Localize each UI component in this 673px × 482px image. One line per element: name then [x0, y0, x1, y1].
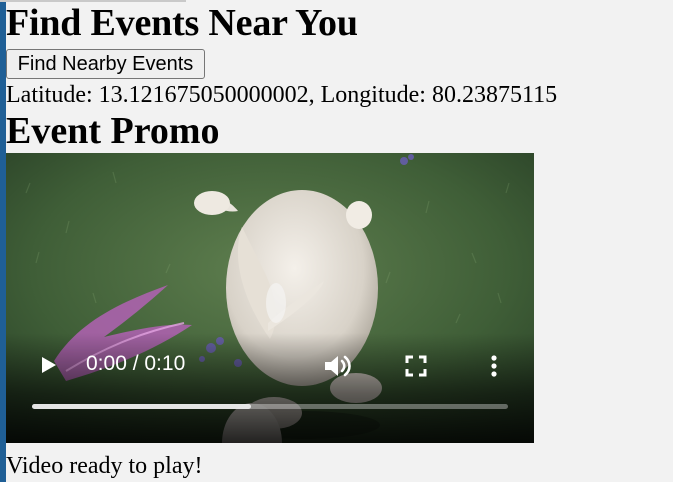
- page-title: Find Events Near You: [6, 2, 358, 44]
- event-promo-heading: Event Promo: [6, 110, 220, 152]
- page-content: Find Events Near You Find Nearby Events …: [6, 0, 673, 481]
- event-promo-video[interactable]: 0:00 / 0:10: [6, 153, 534, 443]
- location-coordinates: Latitude: 13.121675050000002, Longitude:…: [6, 82, 558, 108]
- video-buffered-fill: [32, 404, 251, 409]
- more-options-icon[interactable]: [484, 352, 504, 380]
- video-time-display: 0:00 / 0:10: [86, 352, 186, 375]
- video-status-text: Video ready to play!: [6, 453, 203, 479]
- fullscreen-icon[interactable]: [404, 354, 428, 378]
- video-progress-bar[interactable]: [32, 404, 508, 409]
- volume-icon[interactable]: [322, 352, 352, 380]
- play-icon[interactable]: [36, 353, 60, 377]
- find-nearby-events-button[interactable]: Find Nearby Events: [6, 49, 205, 79]
